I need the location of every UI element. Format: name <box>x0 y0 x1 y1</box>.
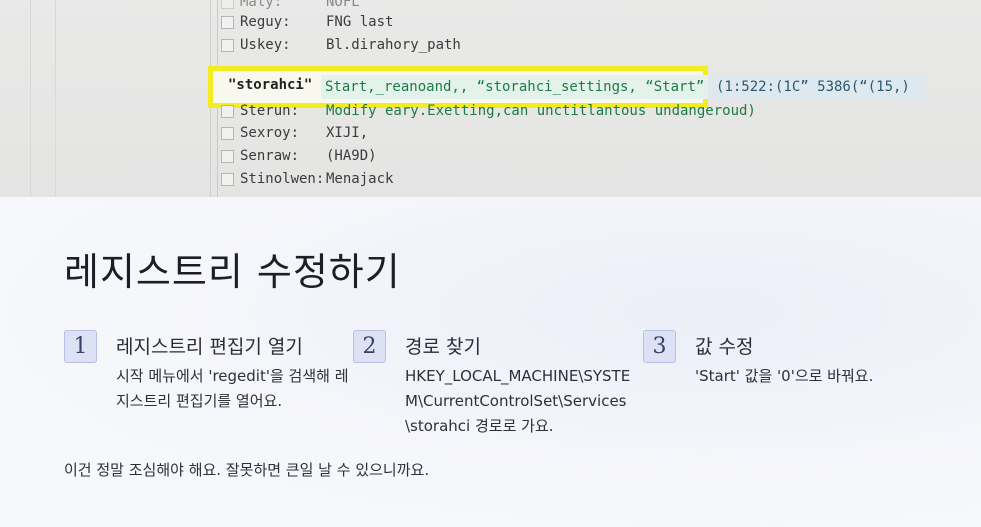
registry-row: Maly: NOFL <box>221 0 360 12</box>
warning-note: 이건 정말 조심해야 해요. 잘못하면 큰일 날 수 있으니까요. <box>64 461 430 479</box>
step-description: 시작 메뉴에서 'regedit'을 검색해 레지스트리 편집기를 열어요. <box>116 367 349 410</box>
checkbox-icon <box>221 126 234 140</box>
step-number-badge: 1 <box>64 330 97 363</box>
checkbox-icon <box>221 149 234 163</box>
step-description: 'Start' 값을 '0'으로 바꿔요. <box>695 367 874 385</box>
value-extra: (1:522:(1C” 5386(“(15,) <box>710 75 926 99</box>
divider <box>55 0 56 197</box>
registry-row: Reguy: FNG last <box>221 12 393 32</box>
step-description: HKEY_LOCAL_MACHINE\SYSTEM\CurrentControl… <box>405 367 631 435</box>
checkbox-icon <box>221 38 234 52</box>
checkbox-icon <box>221 15 234 29</box>
checkbox-icon <box>221 172 234 186</box>
registry-row: Senraw: (HA9D) <box>221 146 377 166</box>
step-heading: 경로 찾기 <box>405 336 481 358</box>
divider <box>30 0 31 197</box>
step-heading: 레지스트리 편집기 열기 <box>116 336 303 358</box>
checkbox-icon <box>221 0 234 9</box>
step-heading: 값 수정 <box>695 336 754 358</box>
registry-row: Uskey: Bl.dirahory_path <box>221 35 461 55</box>
registry-screenshot: Maly: NOFL Reguy: FNG last Uskey: Bl.dir… <box>0 0 981 197</box>
value-name: "storahci" <box>228 77 313 93</box>
instruction-card: 레지스트리 수정하기 1 레지스트리 편집기 열기 시작 메뉴에서 'reged… <box>0 197 981 527</box>
registry-row: Sterun: Modify eary.Exetting,can unctitl… <box>221 101 756 121</box>
value-data: Start,_reanoand,, “storahci_settings, “S… <box>321 75 709 99</box>
registry-row: Sexroy: XIJI, <box>221 123 368 143</box>
step-number-badge: 2 <box>353 330 386 363</box>
step-number-badge: 3 <box>643 330 676 363</box>
checkbox-icon <box>221 104 234 118</box>
page-title: 레지스트리 수정하기 <box>64 250 401 294</box>
registry-row: Stinolwen: Menajack <box>221 169 393 189</box>
